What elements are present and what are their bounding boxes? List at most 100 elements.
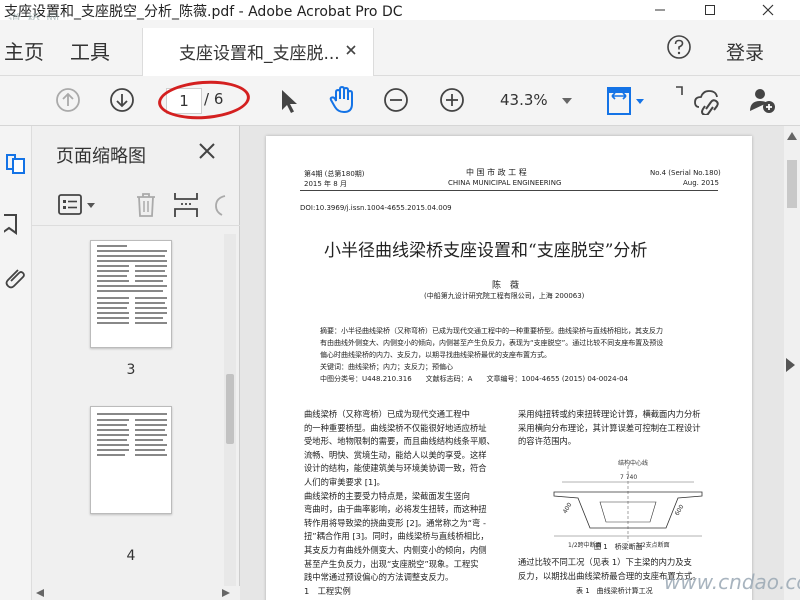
tab-row: 主页 工具 支座设置和_支座脱... 登录 xyxy=(0,20,800,76)
add-user-icon xyxy=(750,89,775,113)
panel-close-icon[interactable] xyxy=(198,142,216,160)
document-tab-label: 支座设置和_支座脱... xyxy=(179,44,340,64)
help-icon[interactable] xyxy=(666,34,692,60)
document-tab[interactable]: 支座设置和_支座脱... xyxy=(142,28,374,76)
tab-close-icon[interactable] xyxy=(343,42,359,58)
insert-page-icon[interactable] xyxy=(172,190,200,220)
thumbnail-scrollbar[interactable] xyxy=(224,234,236,594)
title-bar: 支座设置和_支座脱空_分析_陈薇.pdf - Adobe Acrobat Pro… xyxy=(0,0,800,28)
body-text-line: 采用横向分布理论，其计算误差可控制在工程设计 xyxy=(518,422,701,433)
figure-dim-top: 7 740 xyxy=(620,474,637,481)
arrow-down-circle-icon xyxy=(110,88,134,112)
table-caption: 表 1 曲线梁桥计算工况 xyxy=(576,587,653,595)
chevron-down-icon xyxy=(562,98,572,104)
expand-right-panel-arrow-icon[interactable] xyxy=(786,358,796,372)
body-text-line: 曲线梁桥的主要受力特点是，梁截面发生竖向 xyxy=(304,490,470,501)
zoom-dropdown[interactable] xyxy=(560,94,574,108)
minimize-icon xyxy=(655,9,665,11)
scroll-left-icon[interactable] xyxy=(36,589,44,597)
pdf-page: 第4期 (总第180期) 2015 年 8 月 中 国 市 政 工 程 CHIN… xyxy=(266,136,752,600)
tool-fragment-icon xyxy=(676,86,683,95)
panel-horizontal-scrollbar[interactable] xyxy=(32,586,240,600)
cloud-link-icon xyxy=(694,90,719,115)
hand-tool-button[interactable] xyxy=(326,84,358,116)
figure-dim-right: 600 xyxy=(674,503,686,517)
thumbnail-page-3[interactable] xyxy=(90,240,172,348)
scroll-up-icon[interactable] xyxy=(787,132,797,140)
thumbnail-page-number: 4 xyxy=(126,548,136,564)
body-text-line: 弯曲时，由于曲率影响，必将发生扭转，而这种扭 xyxy=(304,504,487,515)
body-text-line: 受地形、地物限制的需要，而且曲线结构线条平顺、 xyxy=(304,436,495,447)
arrow-up-circle-icon xyxy=(56,88,80,112)
rotate-icon[interactable] xyxy=(212,192,226,218)
zoom-out-button[interactable] xyxy=(382,86,410,114)
journal-date: 2015 年 8 月 xyxy=(304,180,347,188)
body-text-line: 流畅、明快、赏境生动，能给人以美的享受。这样 xyxy=(304,449,487,460)
page-thumbnails-icon[interactable] xyxy=(4,152,28,176)
red-annotation-oval xyxy=(156,77,252,123)
body-text-line: 甚至产生负反力，出现“支座脱空”现象。工程实 xyxy=(304,558,479,569)
figure-label-top: 结构中心线 xyxy=(618,459,648,467)
thumbnail-panel: 页面缩略图 3 4 xyxy=(32,126,240,600)
panel-toolbar xyxy=(32,182,240,226)
body-text-line: 的一种重要桥型。曲线梁桥不仅能很好地适应桥址 xyxy=(304,422,487,433)
body-text-line: 通过比较不同工况（见表 1）下主梁的内力及支 xyxy=(518,557,692,567)
abstract-line: 摘要：小半径曲线梁桥（又称弯桥）已成为现代交通工程中的一种重要桥型。曲线梁桥与直… xyxy=(320,327,663,335)
select-tool-button[interactable] xyxy=(276,86,302,116)
sign-in-link[interactable]: 登录 xyxy=(726,38,764,65)
window-title: 支座设置和_支座脱空_分析_陈薇.pdf - Adobe Acrobat Pro… xyxy=(4,4,403,20)
paper-title: 小半径曲线梁桥支座设置和“支座脱空”分析 xyxy=(324,241,648,261)
maximize-button[interactable] xyxy=(690,0,730,20)
zoom-level[interactable]: 43.3% xyxy=(500,91,548,109)
zoom-in-button[interactable] xyxy=(438,86,466,114)
panel-title: 页面缩略图 xyxy=(56,146,146,167)
more-tools-button[interactable] xyxy=(674,86,684,96)
figure-caption: 图 1 桥梁断面 xyxy=(594,543,643,551)
document-viewport: 第4期 (总第180期) 2015 年 8 月 中 国 市 政 工 程 CHIN… xyxy=(240,126,800,600)
attachment-icon[interactable] xyxy=(4,266,28,290)
add-user-button[interactable] xyxy=(746,84,780,116)
body-text-line: 曲线梁桥（又称弯桥）已成为现代交通工程中 xyxy=(304,409,470,419)
maximize-icon xyxy=(705,5,715,15)
journal-name-cn: 中 国 市 政 工 程 xyxy=(466,168,527,177)
journal-serial: No.4 (Serial No.180) xyxy=(650,169,721,177)
thumbnail-options-icon[interactable] xyxy=(58,194,98,216)
figure-dim-left: 400 xyxy=(562,501,574,515)
thumbnail-scroll-thumb[interactable] xyxy=(226,374,234,444)
menu-tools[interactable]: 工具 xyxy=(70,36,110,65)
minimize-button[interactable] xyxy=(640,0,680,20)
document-scroll-thumb[interactable] xyxy=(787,160,797,208)
previous-page-button[interactable] xyxy=(54,86,82,114)
paper-affiliation: (中船第九设计研究院工程有限公司，上海 200063) xyxy=(424,292,585,300)
classification-codes: 中图分类号：U448.210.316 文献标志码：A 文章编号：1004-465… xyxy=(320,375,629,383)
left-rail xyxy=(0,126,32,600)
thumbnail-page-4[interactable] xyxy=(90,406,172,514)
close-window-button[interactable] xyxy=(748,0,788,20)
body-text-line: 的容许范围内。 xyxy=(518,436,577,447)
body-text-line: 人们的审美要求 [1]。 xyxy=(304,477,385,487)
abstract-line: 有由曲线外侧变大、内侧变小的倾向，内侧甚至产生负反力，表现为“支座脱空”。通过比… xyxy=(320,339,664,347)
keywords: 关键词：曲线梁桥；内力；支反力；预偏心 xyxy=(320,363,453,371)
share-link-button[interactable] xyxy=(692,84,726,116)
fit-width-icon xyxy=(607,87,644,115)
body-text-line: 1 工程实例 xyxy=(304,585,351,596)
scroll-right-icon[interactable] xyxy=(222,589,230,597)
thumbnail-page-number: 3 xyxy=(126,362,136,378)
fit-page-button[interactable] xyxy=(604,84,648,118)
bookmark-icon[interactable] xyxy=(4,212,28,236)
zoom-out-icon xyxy=(384,88,408,112)
footer-watermark: www.cndao.com xyxy=(664,570,800,594)
next-page-button[interactable] xyxy=(108,86,136,114)
close-icon xyxy=(762,4,774,16)
abstract-line: 偏心时曲线梁桥的内力、支反力，以期寻找曲线梁桥最优的支座布置方式。 xyxy=(320,351,551,359)
body-text-line: 采用纯扭转或约束扭转理论计算，横截面内力分析 xyxy=(518,409,701,419)
trash-icon[interactable] xyxy=(134,192,158,218)
body-text-line: 其支反力有曲线外侧变大、内侧变小的倾向，内侧 xyxy=(304,545,487,555)
body-text-line: 设计的结构，能使建筑美与环境美协调一致，符合 xyxy=(304,463,487,474)
menu-home[interactable]: 主页 xyxy=(4,36,44,65)
body-text-line: 扭”耦合作用 [3]。同时，曲线梁桥与直线桥相比， xyxy=(304,531,489,542)
body-text-line: 践中常通过预设偏心的方法调整支反力。 xyxy=(304,572,454,583)
header-rule xyxy=(300,190,718,191)
doi: DOI:10.3969/j.issn.1004-4655.2015.04.009 xyxy=(300,204,452,212)
zoom-in-icon xyxy=(440,88,464,112)
